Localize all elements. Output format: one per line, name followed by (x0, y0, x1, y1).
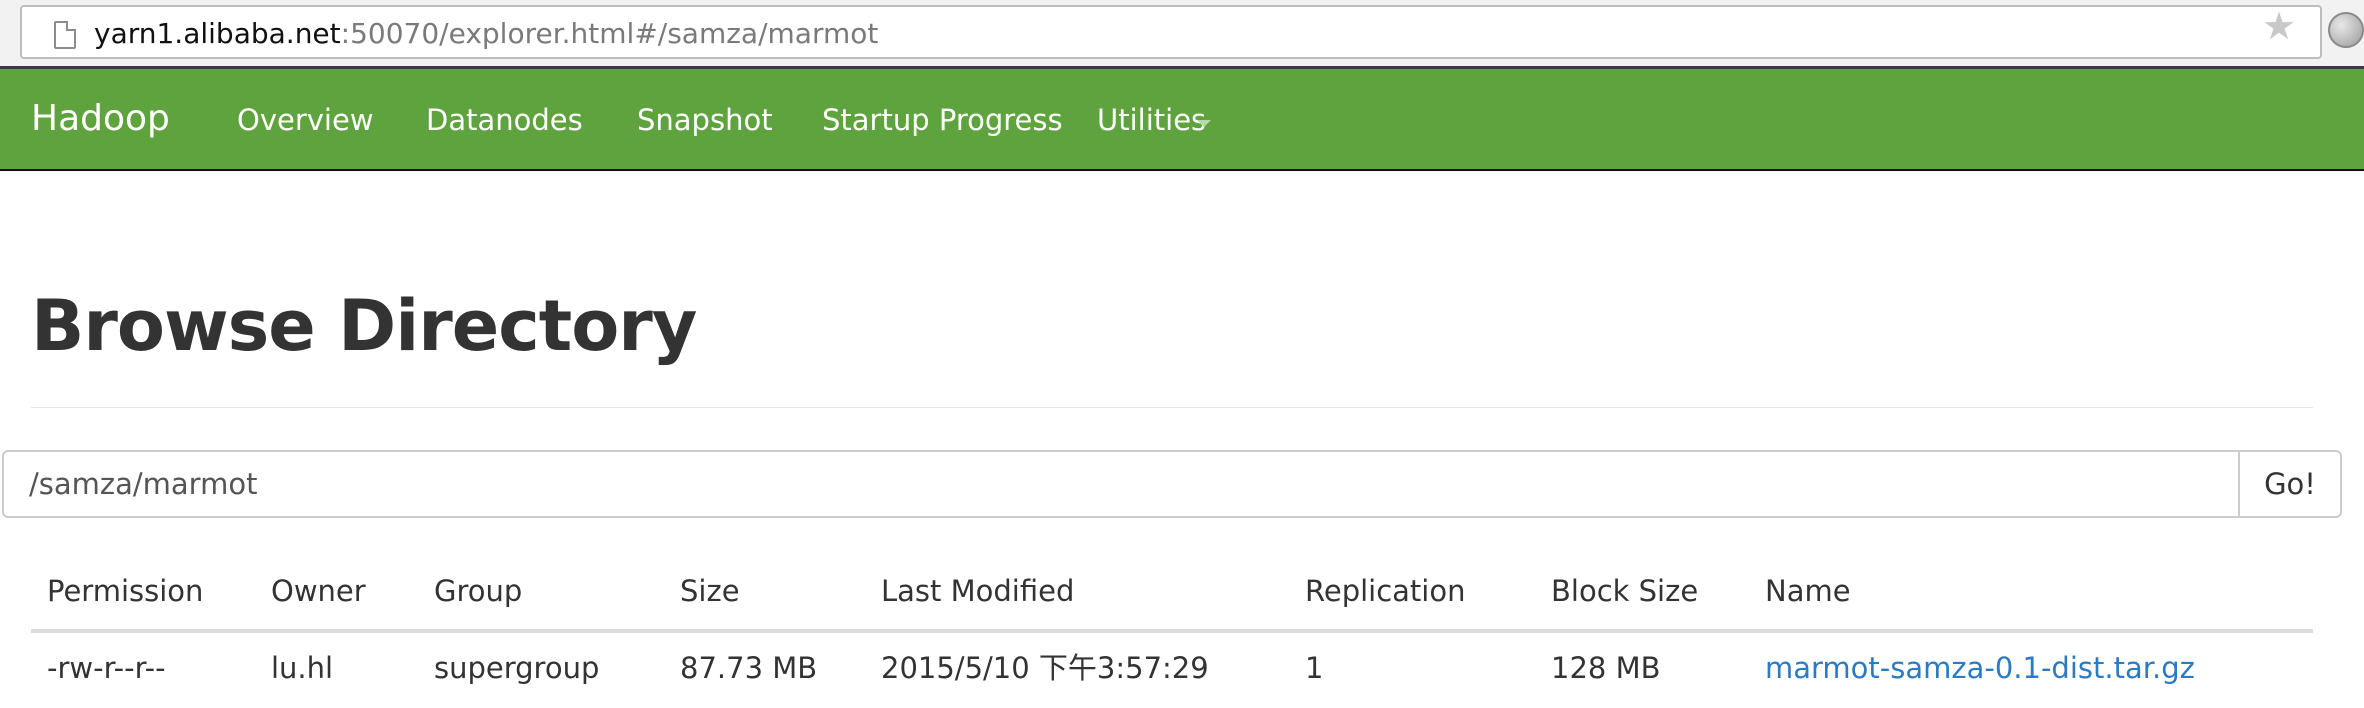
cell-replication: 1 (1305, 651, 1324, 685)
column-header-permission[interactable]: Permission (47, 574, 203, 608)
nav-item-datanodes[interactable]: Datanodes (426, 103, 583, 137)
browser-address-bar: yarn1.alibaba.net:50070/explorer.html#/s… (0, 0, 2364, 68)
table-header-divider (31, 629, 2313, 633)
cell-size: 87.73 MB (680, 651, 818, 685)
star-icon[interactable]: ★ (2262, 6, 2296, 46)
page-icon (54, 21, 76, 49)
page-title: Browse Directory (31, 285, 697, 367)
caret-down-icon[interactable] (1197, 120, 1211, 127)
go-button[interactable]: Go! (2238, 450, 2342, 518)
globe-icon[interactable] (2328, 12, 2364, 48)
top-navbar: Hadoop Overview Datanodes Snapshot Start… (0, 69, 2364, 171)
nav-item-overview[interactable]: Overview (237, 103, 374, 137)
column-header-group[interactable]: Group (434, 574, 522, 608)
cell-block-size: 128 MB (1551, 651, 1661, 685)
brand-link[interactable]: Hadoop (31, 99, 170, 139)
divider (31, 407, 2313, 408)
column-header-size[interactable]: Size (680, 574, 740, 608)
nav-item-startup-progress[interactable]: Startup Progress (822, 103, 1063, 137)
url-text[interactable]: yarn1.alibaba.net:50070/explorer.html#/s… (94, 18, 878, 50)
url-host: yarn1.alibaba.net (94, 17, 341, 50)
column-header-name[interactable]: Name (1765, 574, 1851, 608)
nav-item-snapshot[interactable]: Snapshot (637, 103, 773, 137)
cell-permission: -rw-r--r-- (47, 651, 166, 685)
file-name-link[interactable]: marmot-samza-0.1-dist.tar.gz (1765, 651, 2195, 685)
url-field[interactable]: yarn1.alibaba.net:50070/explorer.html#/s… (20, 5, 2322, 59)
column-header-replication[interactable]: Replication (1305, 574, 1465, 608)
cell-group: supergroup (434, 651, 600, 685)
column-header-last-modified[interactable]: Last Modified (881, 574, 1074, 608)
cell-last-modified: 2015/5/10 下午3:57:29 (881, 651, 1209, 685)
column-header-owner[interactable]: Owner (271, 574, 366, 608)
cell-owner: lu.hl (271, 651, 334, 685)
column-header-block-size[interactable]: Block Size (1551, 574, 1698, 608)
nav-item-utilities[interactable]: Utilities (1097, 103, 1206, 137)
url-path: :50070/explorer.html#/samza/marmot (340, 17, 879, 50)
directory-path-input[interactable] (2, 450, 2240, 518)
